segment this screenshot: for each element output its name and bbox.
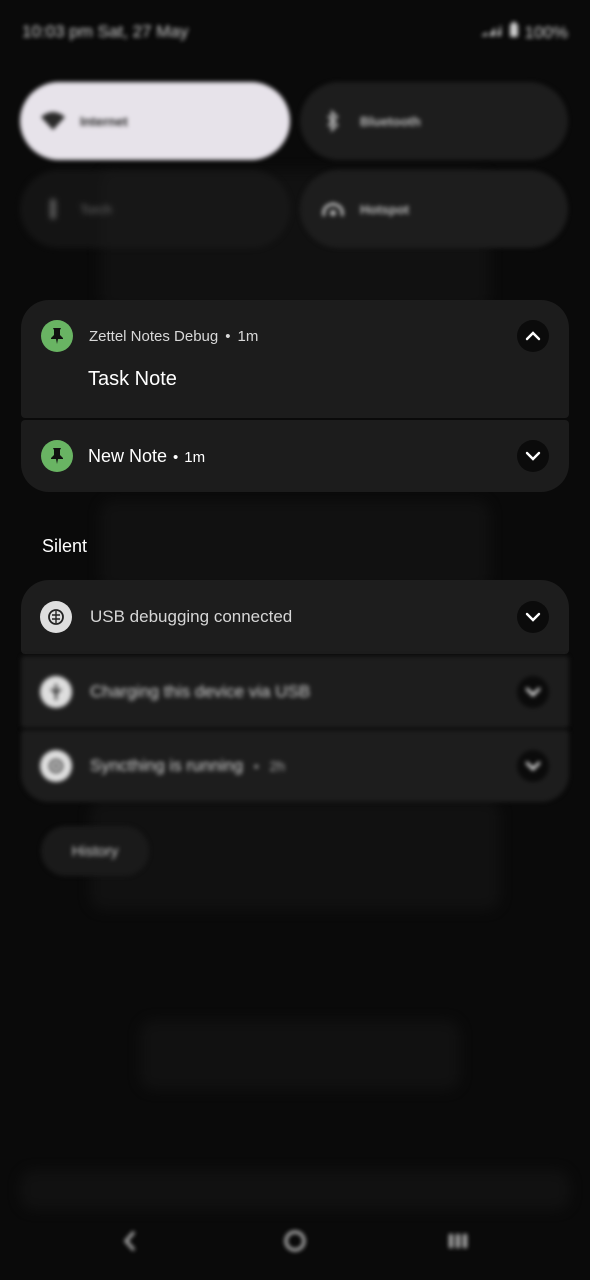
syncthing-text: Syncthing is running [90, 756, 244, 775]
notification-header: Zettel Notes Debug • 1m [41, 320, 258, 352]
home-icon [284, 1230, 306, 1252]
syncthing-time: 2h [269, 758, 286, 774]
notification-title: New Note [88, 446, 168, 466]
wifi-icon [40, 108, 66, 134]
qs-tile-internet[interactable]: Internet [20, 82, 290, 160]
separator-dot: • [173, 449, 179, 466]
qs-torch-label: Torch [80, 201, 112, 217]
bluetooth-icon [320, 108, 346, 134]
chevron-down-icon [525, 612, 541, 622]
expand-button[interactable] [517, 750, 549, 782]
chevron-down-icon [525, 761, 541, 771]
battery-icon [509, 22, 519, 43]
qs-tile-torch[interactable]: Torch [20, 170, 290, 248]
status-time-date: 10:03 pm Sat, 27 May [22, 22, 189, 41]
recents-button[interactable] [443, 1228, 473, 1254]
torch-icon [40, 196, 66, 222]
separator-dot: • [253, 758, 259, 774]
status-bar: 10:03 pm Sat, 27 May 100% [0, 0, 590, 62]
syncthing-row: Syncthing is running • 2h [90, 756, 285, 776]
usb-debugging-text: USB debugging connected [90, 607, 293, 626]
notification-new-note[interactable]: New Note • 1m [21, 420, 569, 492]
home-button[interactable] [280, 1228, 310, 1254]
notification-task-note[interactable]: Zettel Notes Debug • 1m Task Note [21, 300, 569, 418]
qs-hotspot-label: Hotspot [360, 201, 410, 217]
status-icons: 100% [479, 22, 568, 43]
collapse-button[interactable] [517, 320, 549, 352]
battery-percent: 100% [524, 22, 568, 42]
usb-charging-text: Charging this device via USB [90, 682, 311, 701]
separator-dot: • [225, 327, 231, 345]
pin-icon [41, 440, 73, 472]
expand-button[interactable] [517, 440, 549, 472]
notification-title: Task Note [88, 368, 177, 390]
signal-icon [479, 22, 503, 43]
silent-section-label: Silent [42, 536, 88, 556]
notification-time: 1m [184, 449, 206, 466]
back-icon [123, 1231, 136, 1251]
notification-usb-charging[interactable]: Charging this device via USB [21, 656, 569, 728]
usb-debug-icon [40, 601, 72, 633]
qs-tile-bluetooth[interactable]: Bluetooth [300, 82, 568, 160]
chevron-down-icon [525, 451, 541, 461]
chevron-down-icon [525, 687, 541, 697]
notification-syncthing[interactable]: Syncthing is running • 2h [21, 730, 569, 802]
expand-button[interactable] [517, 676, 549, 708]
navigation-bar [0, 1200, 590, 1280]
chevron-up-icon [525, 331, 541, 341]
history-button[interactable]: History [41, 826, 149, 876]
notification-time: 1m [237, 327, 259, 345]
recents-icon [449, 1234, 467, 1248]
qs-bluetooth-label: Bluetooth [360, 113, 421, 129]
qs-internet-label: Internet [80, 113, 128, 129]
app-name: Zettel Notes Debug [89, 327, 219, 345]
back-button[interactable] [115, 1228, 145, 1254]
pin-icon [41, 320, 73, 352]
hotspot-icon [320, 196, 346, 222]
expand-button[interactable] [517, 601, 549, 633]
usb-icon [40, 676, 72, 708]
new-note-row: New Note • 1m [88, 446, 205, 467]
qs-tile-hotspot[interactable]: Hotspot [300, 170, 568, 248]
notification-usb-debugging[interactable]: USB debugging connected [21, 580, 569, 654]
syncthing-icon [40, 750, 72, 782]
